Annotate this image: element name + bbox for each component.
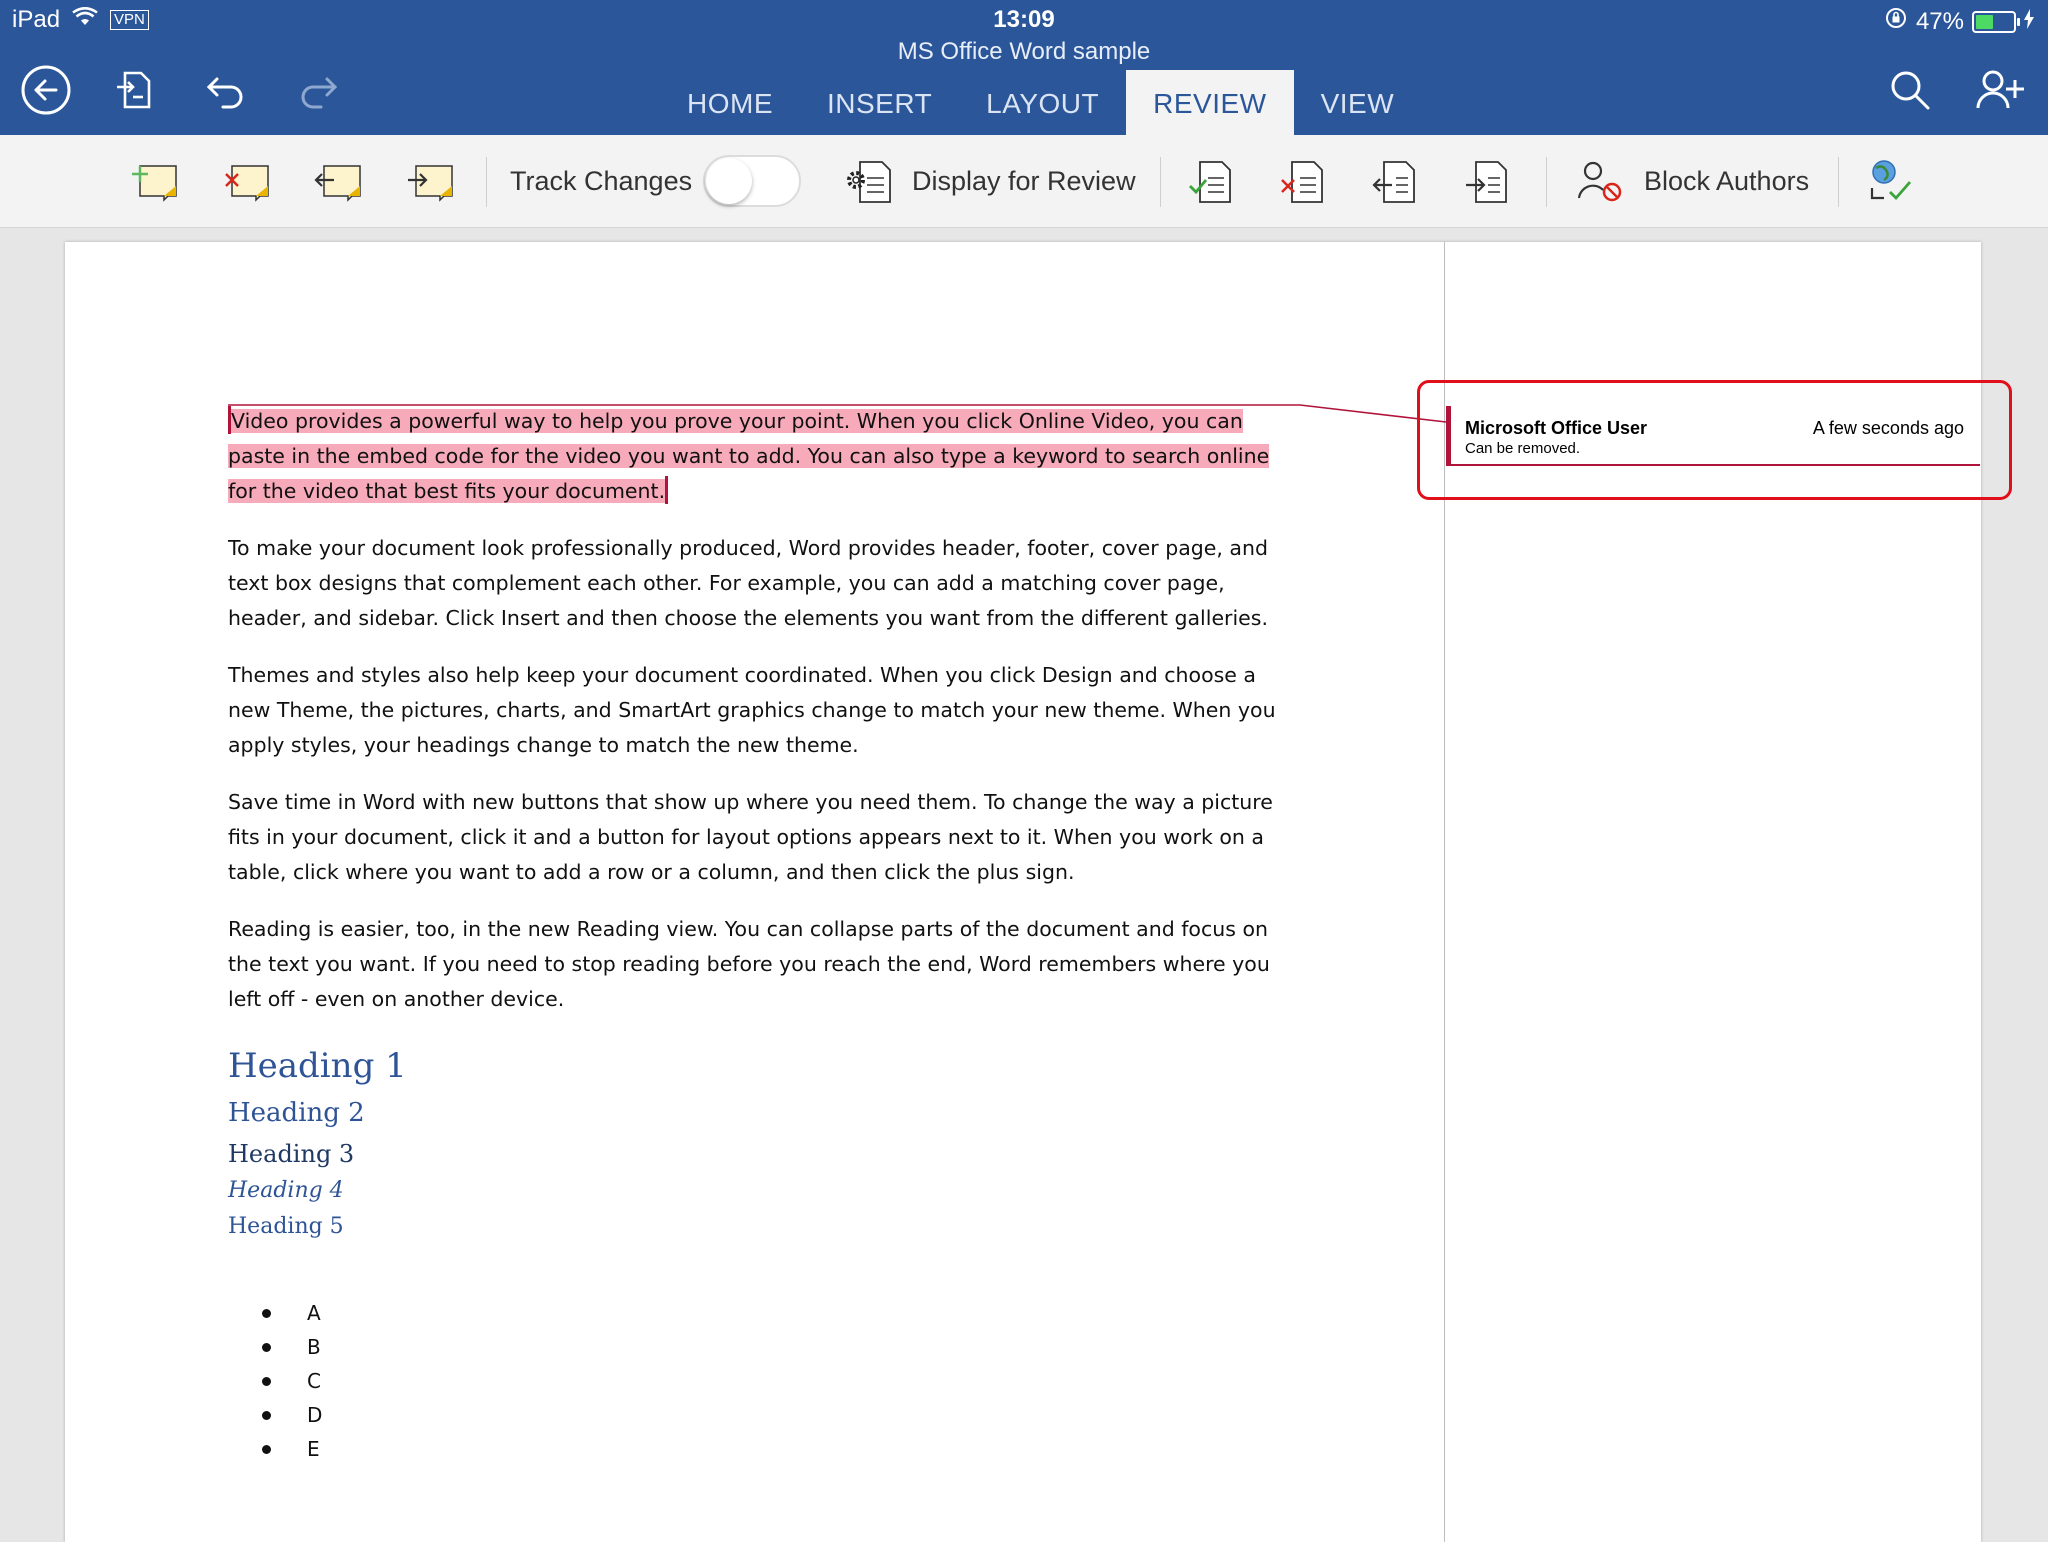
search-button[interactable] xyxy=(1882,62,1938,118)
battery-icon xyxy=(1972,10,2020,33)
track-changes-label: Track Changes xyxy=(510,165,693,196)
next-comment-icon xyxy=(408,165,453,202)
list-item[interactable]: D xyxy=(262,1398,322,1432)
ribbon-divider xyxy=(1546,157,1547,207)
display-for-review-button[interactable]: Display for Review xyxy=(840,135,1136,227)
list-item[interactable]: A xyxy=(262,1296,322,1330)
heading-4[interactable]: Heading 4 xyxy=(228,1174,407,1208)
list-item-text: C xyxy=(307,1369,321,1393)
redo-icon xyxy=(301,77,338,109)
display-for-review-label: Display for Review xyxy=(912,165,1136,196)
rotation-lock-icon xyxy=(1884,6,1908,37)
previous-comment-icon xyxy=(314,165,361,202)
reject-change-icon xyxy=(1281,161,1323,203)
bullet-list: A B C D E xyxy=(262,1296,322,1466)
delete-comment-button[interactable] xyxy=(220,135,272,227)
bullet-icon xyxy=(262,1444,271,1454)
tab-view[interactable]: VIEW xyxy=(1294,70,1422,135)
accept-change-button[interactable] xyxy=(1186,135,1238,227)
charging-icon xyxy=(2024,8,2034,36)
new-comment-icon xyxy=(132,165,177,202)
list-item[interactable]: C xyxy=(262,1364,322,1398)
previous-comment-button[interactable] xyxy=(312,135,364,227)
heading-3[interactable]: Heading 3 xyxy=(228,1134,407,1174)
list-item-text: E xyxy=(307,1437,320,1461)
list-item-text: D xyxy=(307,1403,323,1427)
list-item[interactable]: E xyxy=(262,1432,322,1466)
globe-sync-icon xyxy=(1870,160,1912,201)
tab-home[interactable]: HOME xyxy=(660,70,800,135)
bullet-icon xyxy=(262,1410,271,1420)
ribbon-divider xyxy=(1838,157,1839,207)
commented-text-highlight: Video provides a powerful way to help yo… xyxy=(228,409,1270,503)
tab-layout[interactable]: LAYOUT xyxy=(959,70,1126,135)
list-item[interactable]: B xyxy=(262,1330,322,1364)
share-button[interactable] xyxy=(1972,62,2028,118)
list-item-text: A xyxy=(307,1301,321,1325)
next-change-icon xyxy=(1466,161,1507,203)
bullet-icon xyxy=(262,1308,271,1318)
previous-change-icon xyxy=(1372,161,1415,203)
undo-button[interactable] xyxy=(198,62,254,118)
paragraph[interactable]: To make your document look professionall… xyxy=(228,531,1288,636)
reject-change-button[interactable] xyxy=(1278,135,1330,227)
undo-icon xyxy=(206,77,243,109)
check-for-updates-button[interactable] xyxy=(1866,135,1918,227)
clock: 13:09 xyxy=(993,6,1055,33)
display-settings-icon xyxy=(847,161,891,203)
previous-change-button[interactable] xyxy=(1370,135,1422,227)
new-comment-button[interactable] xyxy=(128,135,180,227)
next-comment-button[interactable] xyxy=(404,135,456,227)
tab-insert[interactable]: INSERT xyxy=(800,70,959,135)
paragraph-commented[interactable]: Video provides a powerful way to help yo… xyxy=(228,404,1288,509)
delete-comment-icon xyxy=(225,165,269,202)
file-sync-icon xyxy=(117,71,151,109)
block-authors-icon xyxy=(1577,161,1622,202)
paragraph[interactable]: Themes and styles also help keep your do… xyxy=(228,658,1288,763)
toggle-knob xyxy=(706,158,752,204)
back-button[interactable] xyxy=(18,62,74,118)
ribbon-tabs: HOME INSERT LAYOUT REVIEW VIEW xyxy=(660,70,1421,135)
paragraph[interactable]: Save time in Word with new buttons that … xyxy=(228,785,1288,890)
next-change-button[interactable] xyxy=(1462,135,1514,227)
status-bar-right: 47% xyxy=(1884,6,2034,37)
headings-block: Heading 1 Heading 2 Heading 3 Heading 4 … xyxy=(228,1040,407,1246)
add-person-icon xyxy=(1976,70,2024,109)
review-ribbon: Track Changes Display for Review Block A… xyxy=(0,135,2048,228)
annotation-highlight-box xyxy=(1417,380,2012,500)
bullet-icon xyxy=(262,1376,271,1386)
comment-end-marker xyxy=(665,476,669,504)
ribbon-divider xyxy=(1160,157,1161,207)
battery-percent: 47% xyxy=(1915,7,1964,35)
back-arrow-icon xyxy=(21,65,71,115)
accept-change-icon xyxy=(1189,161,1231,203)
list-item-text: B xyxy=(307,1335,321,1359)
block-authors-button[interactable]: Block Authors xyxy=(1576,135,1809,227)
title-bar: iPad VPN 13:09 MS Office Word sample 47%… xyxy=(0,0,2048,135)
heading-5[interactable]: Heading 5 xyxy=(228,1208,407,1246)
block-authors-label: Block Authors xyxy=(1644,165,1810,196)
heading-2[interactable]: Heading 2 xyxy=(228,1092,407,1134)
redo-button[interactable] xyxy=(290,62,346,118)
bullet-icon xyxy=(262,1342,271,1352)
document-body[interactable]: Video provides a powerful way to help yo… xyxy=(228,404,1288,1039)
paragraph[interactable]: Reading is easier, too, in the new Readi… xyxy=(228,912,1288,1017)
track-changes-toggle[interactable] xyxy=(703,155,801,207)
heading-1[interactable]: Heading 1 xyxy=(228,1040,407,1092)
ribbon-divider xyxy=(486,157,487,207)
file-menu-button[interactable] xyxy=(106,62,162,118)
search-icon xyxy=(1891,71,1930,110)
tab-review[interactable]: REVIEW xyxy=(1126,70,1294,135)
